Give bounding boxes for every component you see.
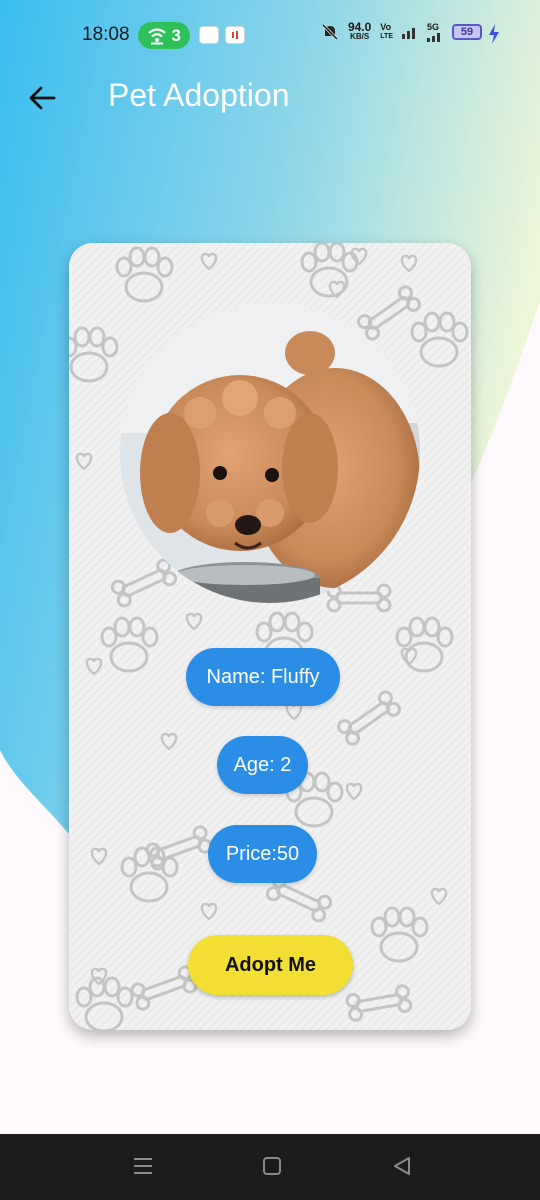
volte-indicator: Vo LTE [380,22,393,41]
app-notification-icon [199,26,219,44]
battery-indicator: 59 [452,24,482,40]
wifi-icon [148,28,166,45]
app-notification-icon [225,26,245,44]
menu-icon[interactable] [133,1154,153,1178]
mute-bell-icon [321,23,338,41]
back-button[interactable] [22,78,62,118]
pet-photo [120,303,420,603]
system-navigation-bar [0,1134,540,1200]
page-title: Pet Adoption [108,77,290,113]
pet-price-label: Price:50 [208,825,317,883]
network-speed: 94.0 KB/S [347,20,372,41]
pet-card: Name: Fluffy Age: 2 Price:50 Adopt Me [69,243,471,1030]
hotspot-indicator: 3 [138,22,190,49]
hotspot-count: 3 [171,25,181,45]
arrow-left-icon [29,86,56,110]
square-home-icon[interactable] [262,1154,282,1178]
pet-name-label: Name: Fluffy [186,648,340,706]
network-type: 5G [427,22,443,42]
pet-age-label: Age: 2 [217,736,308,794]
charging-bolt-icon [489,24,499,44]
signal-icon [402,28,415,39]
adopt-me-button[interactable]: Adopt Me [188,935,353,995]
triangle-back-icon[interactable] [392,1154,412,1178]
status-bar: 18:08 3 94.0 KB/S Vo LTE 5G 59 [0,0,540,70]
status-time: 18:08 [82,24,130,45]
